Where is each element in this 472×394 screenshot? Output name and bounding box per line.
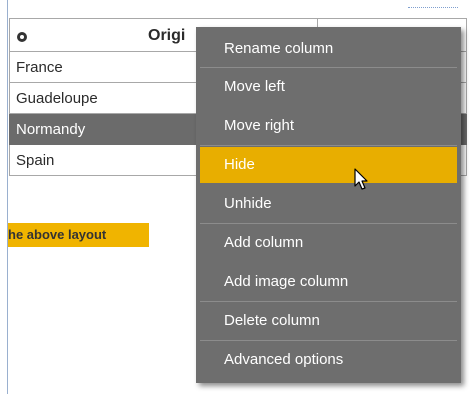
menu-item-advanced-options[interactable]: Advanced options xyxy=(200,342,457,378)
menu-item-move-left[interactable]: Move left xyxy=(200,69,457,105)
menu-item-add-image-column[interactable]: Add image column xyxy=(200,264,457,300)
menu-item-add-column[interactable]: Add column xyxy=(200,225,457,261)
menu-item-delete-column[interactable]: Delete column xyxy=(200,303,457,339)
mouse-cursor-icon xyxy=(354,168,368,190)
menu-item-move-right[interactable]: Move right xyxy=(200,108,457,144)
column-title: Origi xyxy=(148,27,186,44)
menu-item-unhide[interactable]: Unhide xyxy=(200,186,457,222)
menu-item-label: Add image column xyxy=(224,273,349,290)
highlighted-note: he above layout xyxy=(8,223,149,247)
menu-item-label: Add column xyxy=(224,234,304,251)
menu-item-label: Move left xyxy=(224,78,285,95)
menu-separator xyxy=(200,145,457,146)
table-cell: Normandy xyxy=(16,121,86,138)
note-text: he above layout xyxy=(8,227,107,242)
page-frame-top xyxy=(408,7,458,8)
menu-separator xyxy=(200,223,457,224)
eye-icon[interactable] xyxy=(17,32,27,42)
menu-separator xyxy=(200,67,457,68)
menu-item-label: Delete column xyxy=(224,312,320,329)
menu-item-label: Advanced options xyxy=(224,351,344,368)
context-menu: Rename column Move left Move right Hide … xyxy=(196,27,461,383)
menu-separator xyxy=(200,301,457,302)
page-frame-left xyxy=(7,0,8,394)
table-cell: France xyxy=(16,59,63,76)
menu-item-label: Unhide xyxy=(224,195,272,212)
menu-item-label: Hide xyxy=(224,156,255,173)
table-cell: Spain xyxy=(16,152,55,169)
menu-separator xyxy=(200,340,457,341)
menu-item-label: Move right xyxy=(224,117,295,134)
menu-item-hide[interactable]: Hide xyxy=(200,147,457,183)
table-cell: Guadeloupe xyxy=(16,90,98,107)
menu-item-rename-column[interactable]: Rename column xyxy=(200,31,457,67)
menu-item-label: Rename column xyxy=(224,40,334,57)
